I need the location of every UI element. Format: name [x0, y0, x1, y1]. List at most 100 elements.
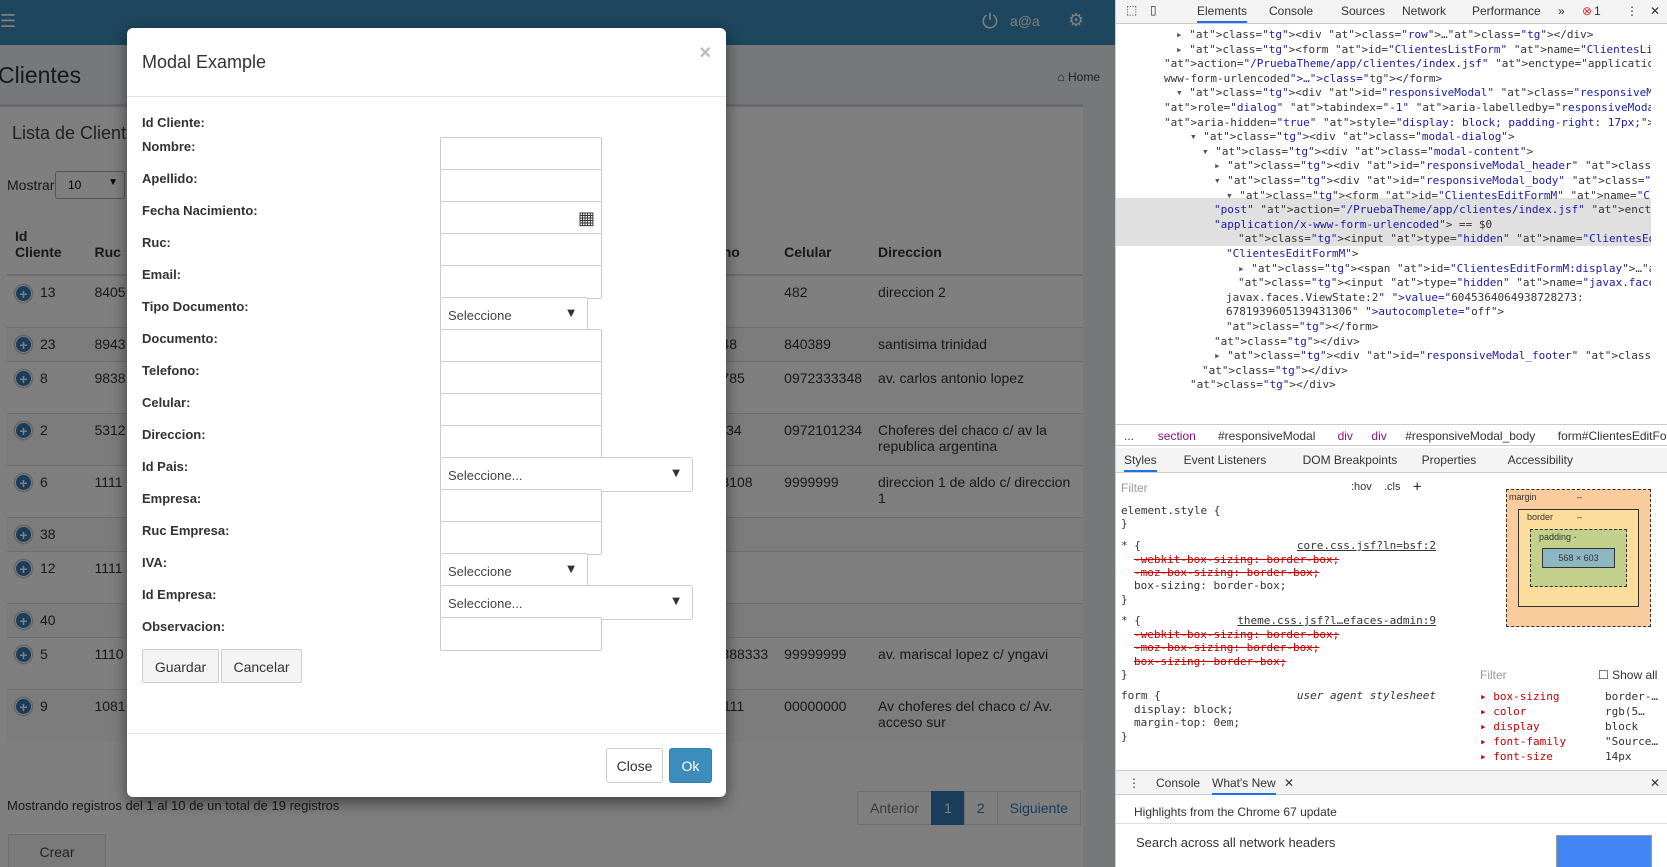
computed-filter[interactable]: Filter	[1480, 668, 1507, 682]
cancelar-button[interactable]: Cancelar	[221, 649, 302, 683]
dom-tree-line[interactable]: "at">aria-hidden="true" "at">style="disp…	[1164, 115, 1651, 130]
kebab-menu-icon[interactable]: ⋮	[1626, 4, 1638, 18]
error-count[interactable]: 1	[1594, 4, 1601, 18]
dom-tree-line[interactable]: "at">class="tg"></div>	[1214, 334, 1360, 349]
dom-crumb[interactable]: #responsiveModal	[1218, 429, 1315, 443]
device-icon[interactable]: ▯	[1150, 3, 1157, 17]
tab-elements[interactable]: Elements	[1197, 4, 1248, 23]
dom-tree-line[interactable]: ▸ "at">class="tg"><span "at">id="Cliente…	[1238, 261, 1651, 276]
fecha-input[interactable]: ▦	[440, 201, 602, 235]
computed-pane: Filter ☐ Show all ▸ box-sizing border-… ▸ co…	[1476, 668, 1667, 768]
label-documento: Documento:	[142, 331, 218, 346]
styles-tab[interactable]: Properties	[1422, 453, 1477, 467]
dom-tree-line[interactable]: javax.faces.ViewState:2" ">value="604536…	[1226, 290, 1584, 305]
drawer-tab-whats-new[interactable]: What's New	[1212, 776, 1276, 795]
devtools-tabbar: ⬚ ▯ Elements Console Sources Network Per…	[1116, 0, 1667, 24]
modal-body: Id Cliente: Nombre: Apellido: Fecha Naci…	[127, 97, 726, 727]
add-rule-icon[interactable]: +	[1413, 479, 1421, 495]
dom-crumb[interactable]: section	[1158, 429, 1196, 443]
dom-tree-line[interactable]: ▾ "at">class="tg"><div "at">class="modal…	[1190, 129, 1515, 144]
drawer-tab-console[interactable]: Console	[1156, 776, 1200, 790]
dom-tree-line[interactable]: ▸ "at">class="tg"><div "at">id="responsi…	[1214, 158, 1651, 173]
styles-tab[interactable]: Styles	[1124, 453, 1157, 472]
styles-tab[interactable]: Event Listeners	[1184, 453, 1267, 467]
dom-crumb[interactable]: #responsiveModal_body	[1405, 429, 1535, 443]
show-all-checkbox[interactable]: ☐ Show all	[1598, 668, 1657, 682]
drawer-tabbar: ⋮ Console What's New ✕ ✕	[1116, 771, 1667, 795]
tab-console[interactable]: Console	[1269, 4, 1313, 18]
tab-network[interactable]: Network	[1402, 4, 1446, 18]
tab-sources[interactable]: Sources	[1341, 4, 1385, 18]
empresa-input[interactable]	[440, 489, 602, 523]
cls-toggle[interactable]: .cls	[1384, 481, 1401, 493]
celular-input[interactable]	[440, 393, 602, 427]
margin-top-value: –	[1577, 492, 1583, 502]
telefono-input[interactable]	[440, 361, 602, 395]
rule-source-link[interactable]: theme.css.jsf?l…efaces-admin:9	[1237, 614, 1436, 627]
hov-toggle[interactable]: :hov	[1351, 481, 1372, 493]
computed-property[interactable]: ▸ font-size 14px	[1480, 750, 1667, 763]
close-icon[interactable]: ×	[699, 42, 711, 65]
ok-button[interactable]: Ok	[669, 748, 712, 783]
whats-new-headline[interactable]: Search across all network headers	[1136, 835, 1335, 850]
styles-tab[interactable]: DOM Breakpoints	[1303, 453, 1398, 467]
close-tab-icon[interactable]: ✕	[1284, 776, 1294, 790]
dom-crumb[interactable]: div	[1371, 429, 1386, 443]
email-input[interactable]	[440, 265, 602, 299]
close-button[interactable]: Close	[606, 748, 663, 783]
computed-property[interactable]: ▸ display block	[1480, 720, 1667, 733]
dom-crumb[interactable]: form#ClientesEditFormM	[1558, 429, 1667, 443]
direccion-input[interactable]	[440, 425, 602, 459]
ruc-empresa-input[interactable]	[440, 521, 602, 555]
id-pais-select[interactable]: Seleccione... ▼	[440, 457, 693, 492]
label-email: Email:	[142, 267, 182, 282]
inspect-icon[interactable]: ⬚	[1126, 3, 1137, 17]
tab-performance[interactable]: Performance	[1472, 4, 1541, 18]
dom-tree-line[interactable]: "ClientesEditFormM">	[1226, 246, 1358, 261]
dom-tree-line[interactable]: ▸ "at">class="tg"><div "at">id="responsi…	[1214, 348, 1651, 363]
dom-tree-line[interactable]: "at">class="tg"></form>	[1226, 319, 1378, 334]
dom-tree-line[interactable]: 6781939605139431306" ">autocomplete="off…	[1226, 304, 1504, 319]
documento-input[interactable]	[440, 329, 602, 363]
rule-source-link[interactable]: core.css.jsf?ln=bsf:2	[1297, 539, 1436, 552]
computed-property[interactable]: ▸ color rgb(5…	[1480, 705, 1667, 718]
dom-tree-line[interactable]: ▾ "at">class="tg"><div "at">id="responsi…	[1176, 85, 1651, 100]
dom-tree-line[interactable]: ▸ "at">class="tg"><form "at">id="Cliente…	[1176, 42, 1651, 57]
iva-select[interactable]: Seleccione ▼	[440, 553, 588, 588]
close-drawer-icon[interactable]: ✕	[1650, 776, 1660, 790]
css-rule-line: -webkit-box-sizing: border-box;	[1134, 628, 1340, 641]
dom-tree-line[interactable]: "at">class="tg"><input "at">type="hidden…	[1238, 275, 1651, 290]
dom-crumb[interactable]: ...	[1124, 429, 1134, 443]
dom-tree-line[interactable]: ▾ "at">class="tg"><div "at">class="modal…	[1202, 144, 1533, 159]
dom-tree-line[interactable]: "at">class="tg"><input "at">type="hidden…	[1238, 231, 1651, 246]
whats-new-thumbnail[interactable]	[1556, 835, 1652, 867]
ruc-input[interactable]	[440, 233, 602, 267]
error-icon[interactable]: ⊗	[1582, 4, 1592, 18]
more-tabs-icon[interactable]: »	[1558, 4, 1565, 18]
dom-tree-line[interactable]: "application/x-www-form-urlencoded"> == …	[1214, 217, 1492, 232]
close-devtools-icon[interactable]: ✕	[1650, 4, 1660, 18]
tipo-doc-select[interactable]: Seleccione ▼	[440, 297, 588, 332]
dom-tree-line[interactable]: www-form-urlencoded">…">class="tg"></for…	[1164, 71, 1442, 86]
dom-tree-line[interactable]: ▾ "at">class="tg"><form "at">id="Cliente…	[1226, 188, 1651, 203]
dom-crumb[interactable]: div	[1338, 429, 1353, 443]
dom-tree-line[interactable]: "at">class="tg"></div>	[1190, 377, 1336, 392]
observacion-input[interactable]	[440, 617, 602, 651]
calendar-icon[interactable]: ▦	[578, 208, 595, 229]
nombre-input[interactable]	[440, 137, 602, 171]
dom-tree-line[interactable]: "at">action="/PruebaTheme/app/clientes/i…	[1164, 56, 1651, 71]
css-rule-line: }	[1121, 517, 1128, 530]
dom-tree-line[interactable]: ▸ "at">class="tg"><div "at">class="row">…	[1176, 27, 1593, 42]
content-box: 568 × 603	[1542, 548, 1615, 568]
apellido-input[interactable]	[440, 169, 602, 203]
id-empresa-select[interactable]: Seleccione... ▼	[440, 585, 693, 620]
dom-tree-line[interactable]: ▾ "at">class="tg"><div "at">id="responsi…	[1214, 173, 1651, 188]
styles-tab[interactable]: Accessibility	[1508, 453, 1573, 467]
drawer-menu-icon[interactable]: ⋮	[1128, 776, 1140, 790]
computed-property[interactable]: ▸ box-sizing border-…	[1480, 690, 1667, 703]
guardar-button[interactable]: Guardar	[142, 649, 219, 683]
dom-tree-line[interactable]: "at">class="tg"></div>	[1202, 363, 1348, 378]
dom-tree-line[interactable]: "post" "at">action="/PruebaTheme/app/cli…	[1214, 202, 1651, 217]
dom-tree-line[interactable]: "at">role="dialog" "at">tabindex="-1" "a…	[1164, 100, 1651, 115]
computed-property[interactable]: ▸ font-family "Source…	[1480, 735, 1667, 748]
